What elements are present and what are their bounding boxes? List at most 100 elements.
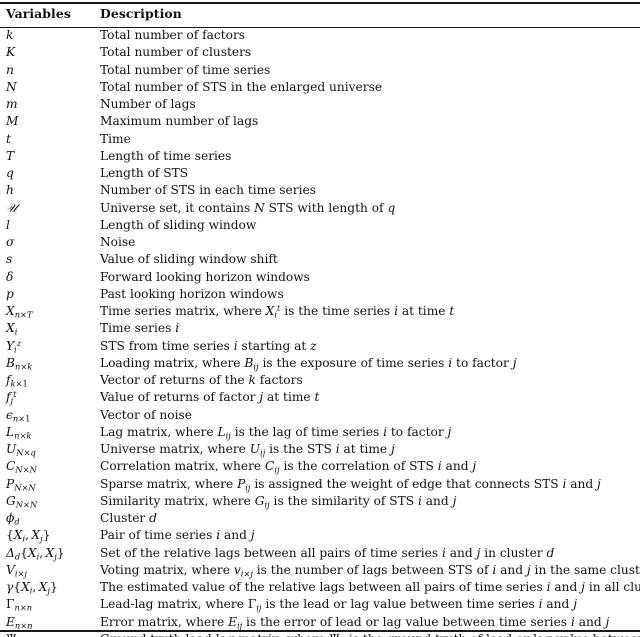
table-header-row: Variables Description xyxy=(0,0,640,27)
row-description: Vector of returns of the k factors xyxy=(100,373,303,387)
row-description: Pair of time series i and j xyxy=(100,528,255,543)
row-description: Universe set, it contains N STS with len… xyxy=(100,200,396,215)
row-variable: M xyxy=(6,114,19,129)
row-variable: Vi×j xyxy=(6,562,27,579)
row-description: Correlation matrix, where Cij is the cor… xyxy=(100,459,477,475)
table-row: Yiz STS from time series i starting at z xyxy=(0,338,640,355)
notation-table: Variables Description k Total number of … xyxy=(0,0,640,637)
row-variable: Δd{Xi, Xj} xyxy=(6,545,65,561)
row-description: Total number of STS in the enlarged univ… xyxy=(100,79,383,94)
row-description: Sparse matrix, where Pij is assigned the… xyxy=(100,476,601,492)
row-description: Maximum number of lags xyxy=(100,114,259,129)
row-description: Length of sliding window xyxy=(100,217,257,232)
column-header-variables: Variables xyxy=(6,6,71,21)
row-variable: N xyxy=(6,79,17,94)
row-variable: n xyxy=(6,62,14,77)
row-description: Lag matrix, where Lij is the lag of time… xyxy=(100,424,452,441)
row-variable: Yiz xyxy=(6,337,22,354)
row-variable: fjt xyxy=(6,389,17,406)
row-variable: h xyxy=(6,183,14,198)
row-description: Length of STS xyxy=(100,166,189,180)
row-description: Time series i xyxy=(100,321,180,336)
row-variable: σ xyxy=(6,235,15,249)
table-row: γ{Xi, Xj} The estimated value of the rel… xyxy=(0,579,640,596)
row-variable: K xyxy=(6,45,16,60)
row-description: Lead-lag matrix, where Γij is the lead o… xyxy=(100,597,577,613)
row-description: Loading matrix, where Bij is the exposur… xyxy=(100,355,517,372)
table-row: 𝒰 Universe set, it contains N STS with l… xyxy=(0,200,640,217)
row-variable: PN×N xyxy=(6,476,36,492)
table-row: δ Forward looking horizon windows xyxy=(0,269,640,286)
row-variable: q xyxy=(6,166,14,180)
row-variable: Bn×k xyxy=(6,355,33,372)
row-variable: k xyxy=(6,28,14,42)
table-row: l Length of sliding window xyxy=(0,217,640,234)
row-variable: Ln×k xyxy=(6,424,32,441)
table-row: Ln×k Lag matrix, where Lij is the lag of… xyxy=(0,424,640,441)
row-variable: l xyxy=(6,217,10,232)
row-description: Length of time series xyxy=(100,148,232,163)
row-description: Error matrix, where Eij is the error of … xyxy=(100,614,610,630)
row-description: Voting matrix, where vi×j is the number … xyxy=(100,562,640,579)
row-description: Past looking horizon windows xyxy=(100,286,284,301)
table-row: {Xi, Xj} Pair of time series i and j xyxy=(0,527,640,544)
row-variable: Γn×n xyxy=(6,597,33,613)
table-row: k Total number of factors xyxy=(0,27,640,44)
row-description: Time series matrix, where Xit is the tim… xyxy=(100,303,455,320)
table-row: Δd{Xi, Xj} Set of the relative lags betw… xyxy=(0,545,640,562)
row-description: Number of lags xyxy=(100,97,196,111)
row-variable: CN×N xyxy=(6,459,37,475)
row-description: STS from time series i starting at z xyxy=(100,338,317,353)
row-description: Cluster d xyxy=(100,511,157,525)
table-row: Xi Time series i xyxy=(0,320,640,337)
row-description: Value of sliding window shift xyxy=(100,252,278,267)
row-description: Total number of time series xyxy=(100,62,271,77)
row-variable: fk×1 xyxy=(6,373,28,389)
row-description: Universe matrix, where Uij is the STS i … xyxy=(100,442,395,458)
row-variable: γ{Xi, Xj} xyxy=(6,580,58,596)
table-row: ϕd Cluster d xyxy=(0,510,640,527)
table-row: q Length of STS xyxy=(0,165,640,182)
row-description: Time xyxy=(100,131,131,146)
table-row: fjt Value of returns of factor j at time… xyxy=(0,389,640,406)
row-variable: En×n xyxy=(6,614,33,630)
row-description: Vector of noise xyxy=(100,407,192,422)
table-row: n Total number of time series xyxy=(0,62,640,79)
row-variable: GN×N xyxy=(6,493,38,510)
row-variable: p xyxy=(6,286,14,301)
table-row: En×n Error matrix, where Eij is the erro… xyxy=(0,614,640,631)
table-row: Vi×j Voting matrix, where vi×j is the nu… xyxy=(0,562,640,579)
table-row: ϵn×1 Vector of noise xyxy=(0,407,640,424)
table-row: Xn×T Time series matrix, where Xit is th… xyxy=(0,303,640,320)
row-variable: 𝒰 xyxy=(6,200,17,215)
table-row: s Value of sliding window shift xyxy=(0,251,640,268)
table-row: Bn×k Loading matrix, where Bij is the ex… xyxy=(0,355,640,372)
row-description: Number of STS in each time series xyxy=(100,183,316,198)
table-row: T Length of time series xyxy=(0,148,640,165)
table-row: fk×1 Vector of returns of the k factors xyxy=(0,372,640,389)
row-description: Forward looking horizon windows xyxy=(100,269,310,284)
row-variable: t xyxy=(6,131,11,146)
row-description: Set of the relative lags between all pai… xyxy=(100,545,555,560)
row-description: Total number of factors xyxy=(100,28,246,42)
row-variable: s xyxy=(6,252,13,267)
table-row: M Maximum number of lags xyxy=(0,113,640,130)
row-description: Similarity matrix, where Gij is the simi… xyxy=(100,493,457,510)
table-row: σ Noise xyxy=(0,234,640,251)
table-row: N Total number of STS in the enlarged un… xyxy=(0,79,640,96)
table-row: m Number of lags xyxy=(0,96,640,113)
table-row: Γn×n Lead-lag matrix, where Γij is the l… xyxy=(0,596,640,613)
column-header-description: Description xyxy=(100,6,182,21)
row-variable: ϕd xyxy=(6,511,20,527)
row-description: Total number of clusters xyxy=(100,45,252,60)
row-variable: Xi xyxy=(6,321,18,337)
table-row: K Total number of clusters xyxy=(0,44,640,61)
row-variable: Xn×T xyxy=(6,304,33,320)
row-variable: ϵn×1 xyxy=(6,407,31,423)
table-row: CN×N Correlation matrix, where Cij is th… xyxy=(0,458,640,475)
row-description: Ground truth lead-lag matrix, where Ψij … xyxy=(100,631,640,637)
row-variable: {Xi, Xj} xyxy=(6,528,51,544)
row-variable: δ xyxy=(6,269,14,284)
row-variable: m xyxy=(6,97,18,111)
table-row: p Past looking horizon windows xyxy=(0,286,640,303)
